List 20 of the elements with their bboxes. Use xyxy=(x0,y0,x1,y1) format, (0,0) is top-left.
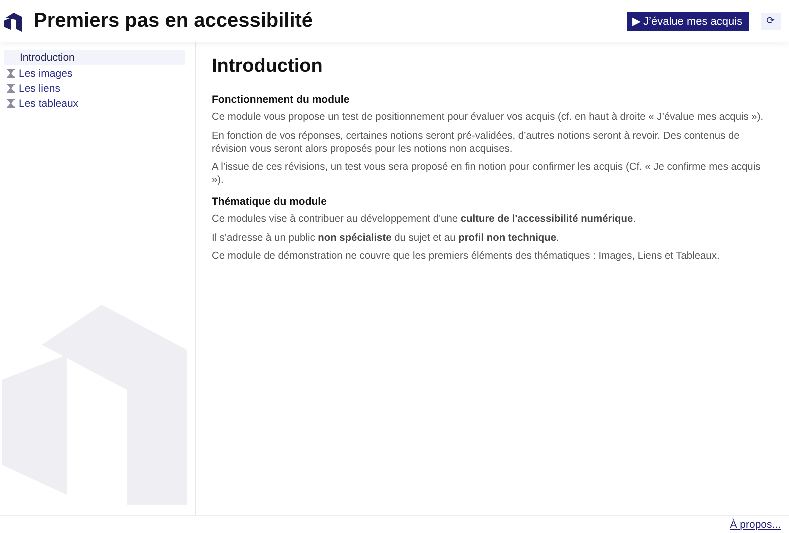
hourglass-icon xyxy=(7,69,15,78)
reset-button[interactable]: ⟳ xyxy=(760,12,781,30)
about-link[interactable]: À propos... xyxy=(730,518,781,530)
sidebar-item[interactable]: Les images xyxy=(4,66,185,81)
paragraph: En fonction de vos réponses, certaines notions seront pré-validées, d’autres notions seront à revoir. Des contenus de révision vous seront alors proposés pour les notions non acquises. xyxy=(212,130,741,156)
sidebar-item[interactable]: Les tableaux xyxy=(4,96,185,111)
paragraph: Ce modules vise à contribuer au développement d'une culture de l'accessibilité numérique. xyxy=(212,214,637,226)
evaluate-button[interactable]: ▶ J’évalue mes acquis xyxy=(626,12,749,30)
sidebar-item[interactable]: Introduction xyxy=(4,50,185,65)
app-title: Premiers pas en accessibilité xyxy=(34,10,314,32)
section-heading: Thématique du module xyxy=(212,196,328,208)
paragraph: Ce module de démonstration ne couvre que les premiers éléments des thématiques : Images, Liens et Tableaux. xyxy=(212,251,721,264)
paragraph: Ce module vous propose un test de positionnement pour évaluer vos acquis (cf. en haut à droite « J’évalue mes acquis »). xyxy=(212,112,765,125)
paragraph: A l’issue de ces révisions, un test vous sera proposé en fin notion pour confirmer les acquis (Cf. « Je confirme mes acquis »). xyxy=(212,162,762,188)
paragraph: Il s'adresse à un public non spécialiste du sujet et au profil non technique. xyxy=(212,232,560,246)
page-heading: Introduction xyxy=(212,56,324,78)
section-heading: Fonctionnement du module xyxy=(212,94,351,106)
hourglass-icon xyxy=(7,99,15,108)
hourglass-icon xyxy=(7,84,15,93)
sidebar-item[interactable]: Les liens xyxy=(4,81,185,96)
